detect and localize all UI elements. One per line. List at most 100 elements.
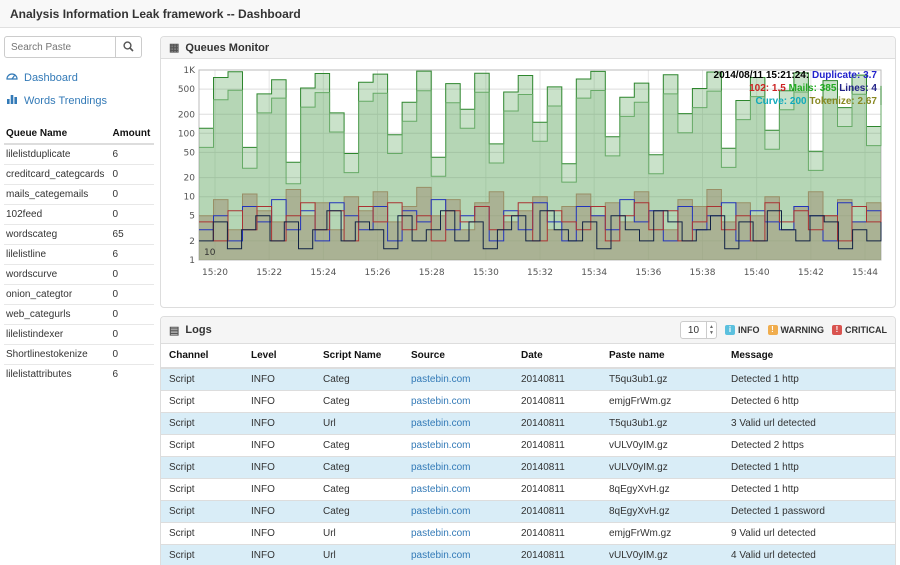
svg-text:15:22: 15:22 (256, 268, 282, 278)
queue-amount: 0 (111, 305, 154, 325)
monitor-icon: ▦ (169, 41, 179, 54)
log-cell: Url (315, 545, 403, 565)
log-cell: 20140811 (513, 413, 601, 435)
log-cell: T5qu3ub1.gz (601, 413, 723, 435)
log-cell: Script (161, 479, 243, 501)
log-cell: INFO (243, 413, 315, 435)
sidebar: Dashboard Words Trendings Queue Name Amo… (4, 36, 154, 565)
search-button[interactable] (116, 36, 142, 58)
source-link[interactable]: pastebin.com (403, 545, 513, 565)
logs-icon: ▤ (169, 324, 179, 337)
logs-header: ▤ Logs 10 ▲▼ iINFO!WARNING!CRITICAL (161, 317, 895, 344)
log-cell: Url (315, 413, 403, 435)
svg-text:15:38: 15:38 (690, 268, 716, 278)
log-cell: INFO (243, 435, 315, 457)
sidebar-item-dashboard[interactable]: Dashboard (6, 70, 152, 85)
warning-filter-icon: ! (768, 325, 778, 335)
logs-panel: ▤ Logs 10 ▲▼ iINFO!WARNING!CRITICAL Chan… (160, 316, 896, 565)
svg-text:15:32: 15:32 (527, 268, 553, 278)
queue-name: lilelistline (4, 245, 111, 265)
log-cell: 20140811 (513, 368, 601, 391)
log-row: ScriptINFOUrlpastebin.com20140811T5qu3ub… (161, 413, 895, 435)
spinner-arrows-icon[interactable]: ▲▼ (706, 322, 716, 338)
queue-row: 102feed0 (4, 205, 154, 225)
log-cell: 8qEgyXvH.gz (601, 479, 723, 501)
queue-table-header-name: Queue Name (4, 124, 111, 144)
queue-amount: 6 (111, 365, 154, 385)
sidebar-item-label: Words Trendings (24, 95, 107, 107)
log-cell: 20140811 (513, 501, 601, 523)
log-cell: Categ (315, 457, 403, 479)
log-cell: vULV0yIM.gz (601, 435, 723, 457)
source-link[interactable]: pastebin.com (403, 391, 513, 413)
source-link[interactable]: pastebin.com (403, 413, 513, 435)
log-cell: Script (161, 413, 243, 435)
source-link[interactable]: pastebin.com (403, 501, 513, 523)
svg-text:15:34: 15:34 (581, 268, 607, 278)
svg-text:15:44: 15:44 (852, 268, 878, 278)
source-link[interactable]: pastebin.com (403, 523, 513, 545)
source-link[interactable]: pastebin.com (403, 457, 513, 479)
navbar: Analysis Information Leak framework -- D… (0, 0, 900, 28)
log-cell: 20140811 (513, 545, 601, 565)
log-cell: Script (161, 523, 243, 545)
queue-name: Shortlinestokenize (4, 345, 111, 365)
search-group (4, 36, 154, 58)
queue-name: onion_categtor (4, 285, 111, 305)
queue-amount: 0 (111, 345, 154, 365)
logs-controls: 10 ▲▼ iINFO!WARNING!CRITICAL (680, 321, 887, 339)
log-cell: Categ (315, 391, 403, 413)
log-cell: Categ (315, 435, 403, 457)
log-cell: 8qEgyXvH.gz (601, 501, 723, 523)
log-cell: Detected 2 https (723, 435, 895, 457)
logs-column-header: Paste name (601, 344, 723, 368)
queues-monitor-title: Queues Monitor (185, 42, 269, 54)
log-cell: Script (161, 391, 243, 413)
log-row: ScriptINFOCategpastebin.com20140811T5qu3… (161, 368, 895, 391)
queue-name: wordscateg (4, 225, 111, 245)
logs-column-header: Date (513, 344, 601, 368)
svg-text:200: 200 (178, 110, 195, 120)
queue-table-header-amount: Amount (111, 124, 154, 144)
source-link[interactable]: pastebin.com (403, 435, 513, 457)
log-cell: INFO (243, 457, 315, 479)
log-cell: Categ (315, 501, 403, 523)
log-cell: INFO (243, 501, 315, 523)
svg-text:15:40: 15:40 (744, 268, 770, 278)
log-cell: T5qu3ub1.gz (601, 368, 723, 391)
source-link[interactable]: pastebin.com (403, 368, 513, 391)
log-cell: Script (161, 435, 243, 457)
page-size-select[interactable]: 10 ▲▼ (680, 321, 717, 339)
stats-icon (6, 93, 18, 108)
sidebar-item-words-trendings[interactable]: Words Trendings (6, 93, 152, 108)
log-row: ScriptINFOCategpastebin.com201408118qEgy… (161, 479, 895, 501)
logs-column-header: Source (403, 344, 513, 368)
svg-text:15:26: 15:26 (365, 268, 391, 278)
source-link[interactable]: pastebin.com (403, 479, 513, 501)
filter-warning[interactable]: !WARNING (768, 325, 825, 335)
queue-name: mails_categemails (4, 185, 111, 205)
log-cell: 4 Valid url detected (723, 545, 895, 565)
search-input[interactable] (4, 36, 116, 58)
queue-name: 102feed (4, 205, 111, 225)
svg-text:15:36: 15:36 (635, 268, 661, 278)
svg-text:2: 2 (189, 237, 195, 247)
log-row: ScriptINFOCategpastebin.com20140811vULV0… (161, 435, 895, 457)
log-cell: Detected 1 http (723, 479, 895, 501)
log-cell: Detected 6 http (723, 391, 895, 413)
filter-label: INFO (738, 325, 760, 335)
log-cell: Detected 1 http (723, 368, 895, 391)
filter-critical[interactable]: !CRITICAL (832, 325, 887, 335)
svg-text:15:28: 15:28 (419, 268, 445, 278)
filter-label: WARNING (781, 325, 825, 335)
filter-info[interactable]: iINFO (725, 325, 760, 335)
log-row: ScriptINFOCategpastebin.com201408118qEgy… (161, 501, 895, 523)
log-cell: Script (161, 368, 243, 391)
log-cell: Detected 1 password (723, 501, 895, 523)
queue-amount: 0 (111, 285, 154, 305)
log-cell: INFO (243, 545, 315, 565)
log-cell: INFO (243, 368, 315, 391)
log-cell: 9 Valid url detected (723, 523, 895, 545)
info-filter-icon: i (725, 325, 735, 335)
log-row: ScriptINFOCategpastebin.com20140811emjgF… (161, 391, 895, 413)
